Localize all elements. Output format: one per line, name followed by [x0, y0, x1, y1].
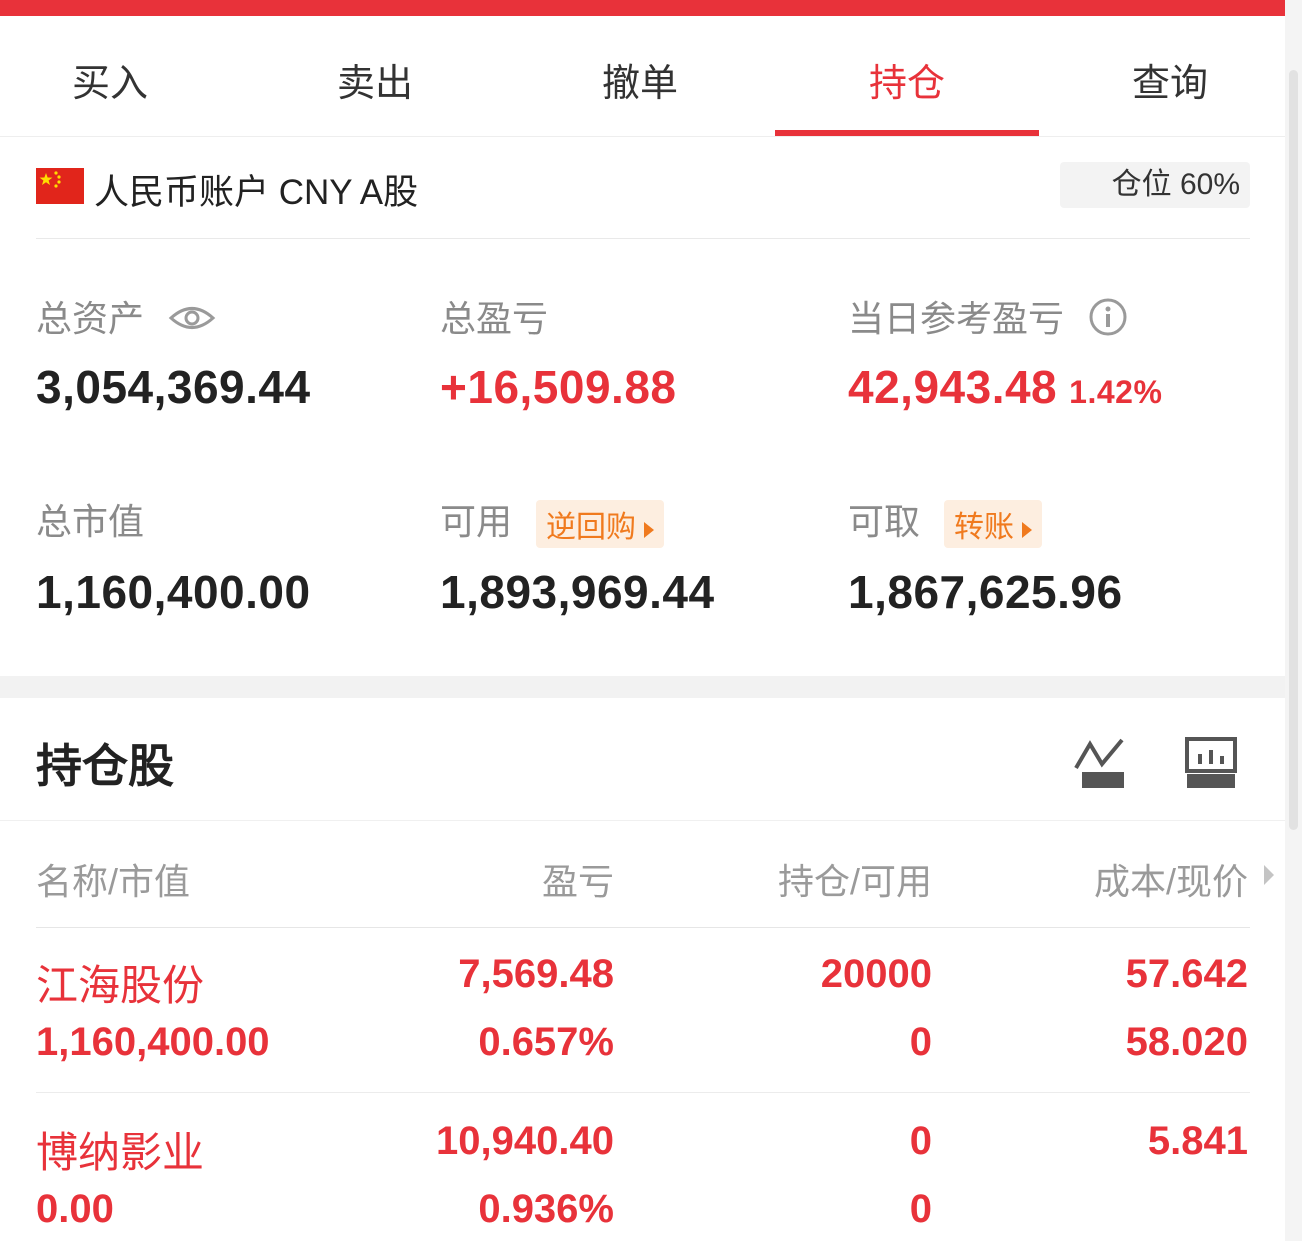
- top-red-bar: [0, 0, 1285, 16]
- stock-pnl: 7,569.48: [458, 952, 614, 996]
- withdrawable-label-text: 可取: [848, 501, 921, 542]
- table-row[interactable]: 博纳影业 0.00 10,940.40 0.936% 0 0 5.841: [0, 1093, 1285, 1258]
- stock-cost: 5.841: [1147, 1119, 1248, 1163]
- china-flag-icon: [36, 168, 84, 204]
- stock-pnl: 10,940.40: [436, 1119, 614, 1163]
- account-label: 人民币账户 CNY A股: [94, 173, 419, 212]
- total-assets-value: 3,054,369.44: [36, 361, 311, 413]
- tab-sell[interactable]: 卖出: [275, 52, 475, 107]
- trend-chart-icon[interactable]: [1074, 736, 1128, 795]
- today-pnl-percent: 1.42%: [1069, 374, 1163, 410]
- col-cost-price[interactable]: 成本/现价: [1010, 853, 1248, 905]
- col-position: 持仓/可用: [777, 861, 932, 902]
- stock-market-value: 0.00: [36, 1187, 114, 1231]
- available-value: 1,893,969.44: [440, 566, 715, 618]
- chevron-right-icon[interactable]: [1264, 865, 1274, 885]
- reverse-repo-text: 逆回购: [546, 511, 637, 545]
- stock-pnl-percent: 0.936%: [478, 1187, 614, 1231]
- col-name: 名称/市值: [36, 861, 191, 902]
- transfer-text: 转账: [954, 511, 1015, 545]
- col-pnl: 盈亏: [541, 861, 614, 902]
- account-row: 人民币账户 CNY A股 仓位 60%: [36, 160, 1250, 239]
- today-pnl-label-text: 当日参考盈亏: [848, 298, 1065, 339]
- today-pnl-label: 当日参考盈亏: [848, 290, 1128, 346]
- available-label-text: 可用: [440, 501, 513, 542]
- section-divider: [0, 676, 1285, 698]
- tab-query[interactable]: 查询: [1070, 52, 1270, 107]
- arrow-right-icon: [1022, 521, 1033, 538]
- stock-available: 0: [909, 1187, 932, 1231]
- tab-active-indicator: [775, 130, 1039, 136]
- total-assets-label-text: 总资产: [36, 298, 145, 339]
- tab-cancel[interactable]: 撤单: [540, 52, 740, 107]
- stock-market-value: 1,160,400.00: [36, 1020, 270, 1064]
- stock-position: 0: [909, 1119, 932, 1163]
- total-pnl-label: 总盈亏: [440, 298, 549, 339]
- arrow-right-icon: [644, 521, 655, 538]
- tab-holdings[interactable]: 持仓: [807, 52, 1007, 107]
- info-icon[interactable]: [1088, 297, 1128, 346]
- market-value-label: 总市值: [36, 501, 145, 542]
- withdrawable-value: 1,867,625.96: [848, 566, 1123, 618]
- stock-pnl-percent: 0.657%: [478, 1020, 614, 1064]
- stock-price: 58.020: [1125, 1020, 1248, 1064]
- analysis-icon[interactable]: [1184, 736, 1238, 795]
- stock-cost: 57.642: [1125, 952, 1248, 996]
- today-pnl-value: 42,943.48 1.42%: [848, 360, 1162, 414]
- today-pnl-amount: 42,943.48: [848, 361, 1058, 413]
- reverse-repo-link[interactable]: 逆回购: [536, 500, 665, 549]
- total-assets-label: 总资产: [36, 290, 216, 342]
- stock-position: 20000: [820, 952, 932, 996]
- available-label: 可用 逆回购: [440, 493, 665, 549]
- stock-name: 江海股份: [36, 962, 205, 1009]
- transfer-link[interactable]: 转账: [944, 500, 1043, 549]
- holdings-title: 持仓股: [36, 740, 174, 792]
- market-value-value: 1,160,400.00: [36, 566, 311, 618]
- total-pnl-value: +16,509.88: [440, 361, 677, 413]
- scrollbar-track[interactable]: [1285, 0, 1302, 1241]
- position-percent-badge[interactable]: 仓位 60%: [1060, 162, 1250, 208]
- withdrawable-label: 可取 转账: [848, 493, 1043, 549]
- stock-name: 博纳影业: [36, 1129, 205, 1176]
- trade-tabs: 买入 卖出 撤单 持仓 查询: [0, 16, 1285, 137]
- stock-available: 0: [909, 1020, 932, 1064]
- scrollbar-thumb[interactable]: [1289, 70, 1298, 830]
- tab-buy[interactable]: 买入: [10, 52, 210, 107]
- holdings-table-header: 名称/市值 盈亏 持仓/可用 成本/现价: [0, 820, 1285, 929]
- table-row[interactable]: 江海股份 1,160,400.00 7,569.48 0.657% 20000 …: [0, 928, 1285, 1093]
- eye-icon[interactable]: [168, 300, 216, 342]
